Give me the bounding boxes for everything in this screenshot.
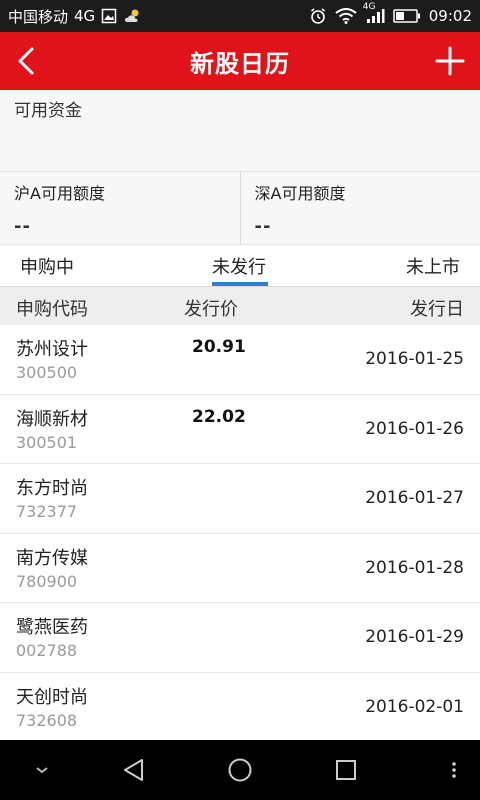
chevron-down-icon [36,767,48,774]
tab-subscribing[interactable]: 申购中 [20,245,74,287]
nav-menu-button[interactable] [440,740,468,800]
stock-name: 东方时尚 [16,478,88,499]
stock-code: 300501 [16,432,78,452]
sh-quota-cell: 沪A可用额度 -- [0,172,240,244]
sz-quota-label: 深A可用额度 [254,184,346,203]
sh-quota-value: -- [14,216,31,237]
issue-date: 2016-01-26 [365,418,464,439]
signal-network-label: 4G [362,2,376,12]
table-header: 申购代码 发行价 发行日 [0,287,480,325]
network-type: 4G [74,7,96,25]
stock-code: 300500 [16,363,78,382]
nav-recents-button[interactable] [326,740,366,800]
available-funds-label: 可用资金 [14,101,82,121]
back-button[interactable] [6,32,46,90]
tab-not-issued[interactable]: 未发行 [212,245,266,287]
issue-date: 2016-02-01 [365,696,464,717]
table-row[interactable]: 南方传媒 780900 2016-01-28 [0,533,480,603]
alarm-icon [309,7,327,25]
issue-date: 2016-01-27 [365,488,464,508]
stock-code: 002788 [16,641,78,660]
page-title: 新股日历 [190,49,290,78]
status-time: 09:02 [428,7,472,25]
wifi-icon [335,8,357,24]
sz-quota-cell: 深A可用额度 -- [239,172,480,244]
issue-price: 20.91 [192,337,246,357]
tab-bar: 申购中 未发行 未上市 [0,245,480,287]
quota-panel: 沪A可用额度 -- 深A可用额度 -- [0,172,480,245]
stock-code: 732377 [16,502,78,521]
active-tab-indicator [212,282,268,286]
battery-icon [393,8,421,24]
issue-date: 2016-01-28 [365,557,464,578]
ipo-list: 苏州设计 300500 20.91 2016-01-25 海顺新材 300501… [0,325,480,742]
sh-quota-label: 沪A可用额度 [14,184,105,203]
stock-name: 苏州设计 [16,339,88,360]
column-header-price: 发行价 [184,299,238,320]
circle-home-icon [228,758,252,782]
stock-name: 海顺新材 [16,408,88,430]
add-button[interactable] [428,32,472,90]
plus-icon [435,46,465,76]
status-bar: 中国移动 4G 4G 09:02 [0,0,480,32]
sz-quota-value: -- [254,216,272,237]
tab-not-listed[interactable]: 未上市 [406,245,460,287]
carrier-name: 中国移动 [8,7,69,26]
table-row[interactable]: 鹭燕医药 002788 2016-01-29 [0,603,480,673]
app-bar: 新股日历 [0,32,480,90]
column-header-code: 申购代码 [16,299,88,320]
stock-name: 南方传媒 [16,547,88,569]
issue-price: 22.02 [192,406,246,427]
square-recents-icon [336,760,356,780]
column-header-date: 发行日 [410,299,464,320]
signal-icon: 4G [363,2,385,24]
more-vertical-icon [452,762,456,778]
stock-name: 鹭燕医药 [16,617,88,638]
system-nav-bar [0,740,480,800]
stock-code: 780900 [16,571,78,591]
issue-date: 2016-01-29 [365,627,464,647]
table-row[interactable]: 东方时尚 732377 2016-01-27 [0,464,480,534]
nav-back-button[interactable] [114,740,154,800]
stock-name: 天创时尚 [16,686,88,708]
weather-icon [123,8,143,24]
table-row[interactable]: 苏州设计 300500 20.91 2016-01-25 [0,325,480,395]
chevron-left-icon [18,47,34,75]
triangle-back-icon [124,759,143,781]
image-icon [101,8,117,24]
table-row[interactable]: 天创时尚 732608 2016-02-01 [0,672,480,742]
hide-keyboard-button[interactable] [24,740,60,800]
table-row[interactable]: 海顺新材 300501 22.02 2016-01-26 [0,394,480,464]
issue-date: 2016-01-25 [365,349,464,369]
stock-code: 732608 [16,710,78,730]
nav-home-button[interactable] [220,740,260,800]
available-funds-panel: 可用资金 [0,90,480,172]
